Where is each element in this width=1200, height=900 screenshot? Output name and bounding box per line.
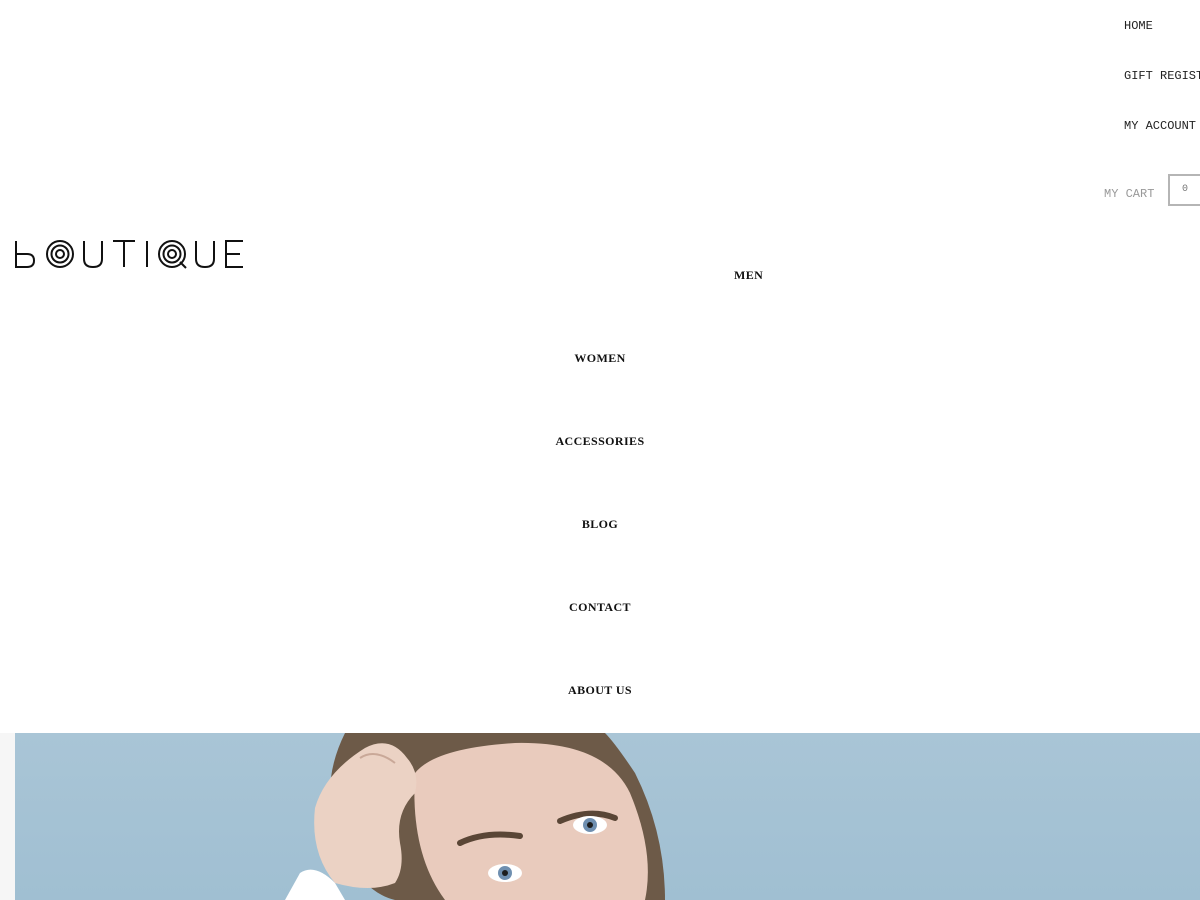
home-link[interactable]: HOME — [1124, 18, 1200, 34]
hero-image — [15, 733, 1200, 900]
nav-item-contact[interactable]: CONTACT — [0, 599, 1200, 615]
cart-label[interactable]: MY CART — [1104, 186, 1154, 202]
model-photo — [285, 733, 665, 900]
hero-banner — [0, 733, 1200, 900]
cart-widget[interactable]: MY CART 0 — [1104, 174, 1200, 206]
utility-nav: HOME GIFT REGISTRY MY ACCOUNT — [1124, 18, 1200, 168]
nav-item-accessories[interactable]: ACCESSORIES — [0, 433, 1200, 449]
gift-registry-link[interactable]: GIFT REGISTRY — [1124, 68, 1200, 84]
cart-count-badge[interactable]: 0 — [1168, 174, 1200, 206]
nav-item-blog[interactable]: BLOG — [0, 516, 1200, 532]
nav-item-women[interactable]: WOMEN — [0, 350, 1200, 366]
my-account-link[interactable]: MY ACCOUNT — [1124, 118, 1200, 134]
boutique-logo-mark — [15, 240, 243, 269]
nav-item-men[interactable]: MEN — [734, 267, 763, 283]
nav-item-about-us[interactable]: ABOUT US — [0, 682, 1200, 698]
boutique-logo[interactable] — [14, 239, 246, 269]
